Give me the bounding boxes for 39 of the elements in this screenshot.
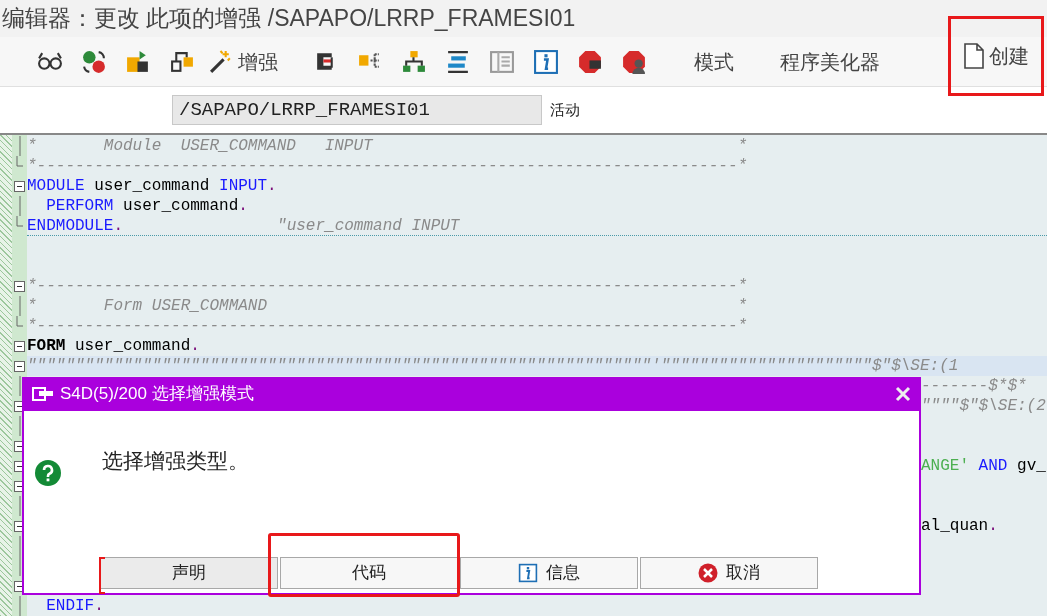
highlight-bracket: [99, 557, 105, 594]
dialog-button[interactable]: 取消: [640, 557, 818, 589]
code-line: ENDIF.: [45, 596, 104, 616]
status-label: 活动: [550, 99, 580, 120]
document-icon: [963, 42, 985, 69]
window-title: 编辑器：更改 此项的增强 /SAPAPO/LRRP_FRAMESI01: [0, 0, 1047, 37]
code-line: *-------------------------------------------------------------------------*: [27, 156, 748, 176]
toolbar-button[interactable]: 增强: [204, 41, 282, 82]
code-line: * Module USER_COMMAND INPUT *: [27, 136, 748, 156]
dialog-title: S4D(5)/200 选择增强模式: [60, 383, 254, 406]
toolbar-button[interactable]: 创建: [959, 35, 1033, 76]
code-line: al_quan.: [921, 516, 998, 536]
fold-toggle-icon[interactable]: [14, 340, 25, 352]
fold-toggle-icon[interactable]: [14, 360, 25, 372]
toolbar-button[interactable]: 程序美化器: [772, 41, 888, 82]
object-name-field[interactable]: /SAPAPO/LRRP_FRAMESI01: [172, 95, 542, 125]
code-line: ENDMODULE. "user_command INPUT: [27, 216, 460, 236]
code-line: """""""""""""""""""""""""""""""""""""""""""""""""""""""""""""""""'""""""""""""""""""""""$"$\SE:(1: [27, 356, 959, 376]
code-line: MODULE user_command INPUT.: [27, 176, 277, 196]
window-icon: [32, 386, 54, 402]
code-line: FORM user_command.: [27, 336, 200, 356]
code-line: """"$"$\SE:(2: [921, 396, 1046, 416]
code-line: *-------------------------------------------------------------------------*: [27, 316, 748, 336]
close-icon[interactable]: [895, 386, 911, 402]
code-line: PERFORM user_command.: [45, 196, 248, 216]
fold-toggle-icon[interactable]: [14, 280, 25, 292]
cancel-icon: [698, 563, 718, 583]
dialog-message: 选择增强类型。: [102, 448, 249, 474]
toolbar-button[interactable]: 模式: [686, 41, 742, 82]
fold-toggle-icon[interactable]: [14, 180, 25, 192]
info-icon: [518, 563, 538, 583]
dialog-button[interactable]: 代码: [280, 557, 458, 589]
question-icon: [34, 459, 62, 487]
code-line: -------$*$*: [921, 376, 1027, 396]
code-line: ANGE' AND gv_: [921, 456, 1046, 476]
dialog-button[interactable]: 信息: [460, 557, 638, 589]
dialog-button[interactable]: 声明: [100, 557, 278, 589]
code-line: * Form USER_COMMAND *: [27, 296, 748, 316]
code-line: *-------------------------------------------------------------------------*: [27, 276, 748, 296]
